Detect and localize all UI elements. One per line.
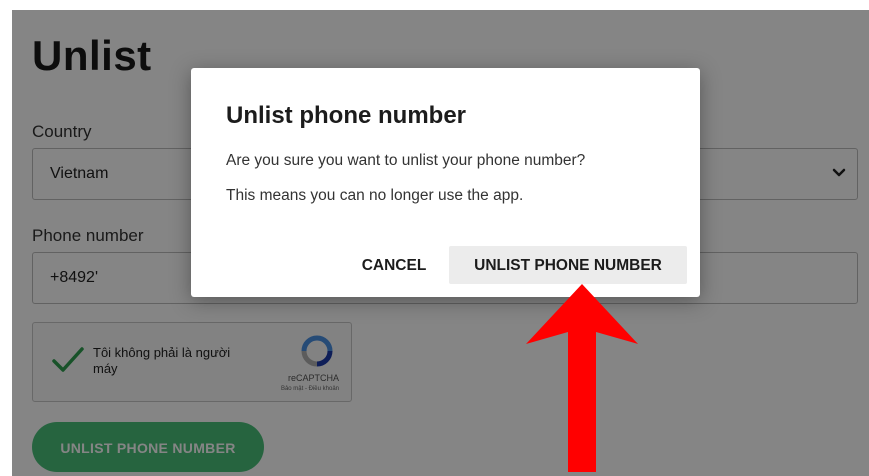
red-arrow-icon bbox=[526, 284, 638, 472]
dialog-warning: This means you can no longer use the app… bbox=[226, 187, 524, 204]
dialog-message: Are you sure you want to unlist your pho… bbox=[226, 152, 586, 169]
unlist-dialog: Unlist phone number Are you sure you wan… bbox=[191, 68, 700, 297]
cancel-button[interactable]: CANCEL bbox=[349, 246, 439, 284]
dialog-title: Unlist phone number bbox=[226, 102, 466, 129]
screenshot-frame: Unlist Country Vietnam Phone number +849… bbox=[12, 10, 869, 476]
confirm-unlist-button[interactable]: UNLIST PHONE NUMBER bbox=[449, 246, 687, 284]
